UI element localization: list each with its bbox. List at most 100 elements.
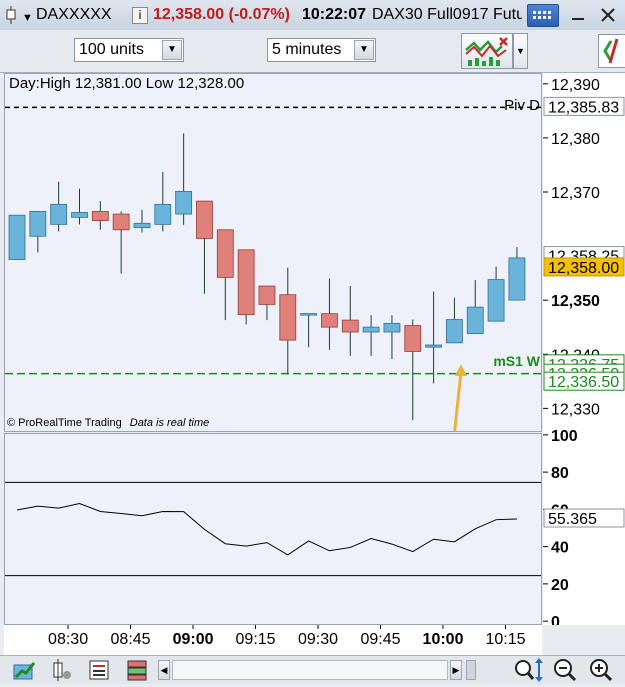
- minimize-button[interactable]: [569, 5, 587, 23]
- candle-body: [425, 344, 443, 348]
- candle-body: [362, 326, 380, 333]
- indicator-current-text: 55.365: [548, 511, 597, 528]
- candle-body: [466, 306, 484, 335]
- indicator-tick-label: 0: [551, 614, 560, 625]
- indicator-panel[interactable]: [4, 433, 542, 625]
- candle: [466, 280, 484, 335]
- timeframe-select[interactable]: 5 minutes ▼: [267, 38, 376, 62]
- time-axis-scale: 08:30 08:45 09:00 09:15 09:30 09:45 10:00 10:15: [48, 625, 526, 648]
- candle: [133, 209, 151, 233]
- scroll-end-button[interactable]: [466, 660, 476, 680]
- candle: [29, 210, 47, 253]
- timeframe-select-value: 5 minutes: [272, 41, 342, 58]
- time-tick: 09:45: [361, 625, 401, 648]
- candle: [446, 297, 463, 344]
- indicator-current-label: 55.365: [543, 508, 625, 528]
- support-label: mS1 W: [493, 353, 540, 369]
- price-label-text: 12,336.50: [548, 374, 619, 391]
- units-select[interactable]: 100 units ▼: [74, 38, 184, 62]
- candle: [154, 171, 172, 232]
- price-tick: 12,370: [543, 185, 600, 202]
- price-tick-label: 12,380: [551, 131, 600, 148]
- chevron-down-icon[interactable]: ▼: [354, 40, 374, 60]
- time-tick-label: 08:45: [111, 631, 151, 648]
- candle-settings-icon: [53, 659, 71, 681]
- candle: [383, 315, 401, 360]
- price-tick: 12,390: [543, 77, 600, 94]
- order-list-button[interactable]: [88, 659, 112, 681]
- scroll-left-button[interactable]: ◀: [158, 660, 170, 680]
- price-label-text: 12,385.83: [548, 99, 619, 116]
- candle-body: [71, 212, 88, 218]
- indicator-tick: 0: [543, 614, 560, 625]
- time-tick: 08:45: [111, 625, 151, 648]
- candle-body: [112, 213, 130, 231]
- trade-button[interactable]: [12, 659, 38, 681]
- scroll-right-button[interactable]: ▶: [450, 660, 462, 680]
- pivot-label: Piv D: [504, 97, 540, 114]
- candle-body: [175, 190, 193, 215]
- price-axis-scale: 12,39012,38012,37012,35012,34012,33012,3…: [543, 77, 625, 625]
- zoom-in-button[interactable]: [587, 658, 615, 682]
- time-tick-label: 09:45: [361, 631, 401, 648]
- close-button[interactable]: [598, 5, 618, 25]
- candle-body: [279, 294, 297, 341]
- info-icon[interactable]: i: [132, 7, 148, 24]
- trend-arrow-icon: [13, 662, 36, 680]
- time-tick-label: 09:30: [298, 631, 338, 648]
- list-icon: [89, 660, 109, 680]
- price-chart[interactable]: [5, 74, 541, 431]
- keyboard-icon[interactable]: [527, 4, 559, 27]
- chart-tools-button[interactable]: [598, 34, 625, 68]
- copyright-note: © ProRealTime Trading Data is real time: [7, 417, 209, 430]
- candle: [112, 211, 130, 274]
- auto-scale-button[interactable]: [512, 658, 544, 682]
- candle-body: [29, 210, 47, 237]
- zoom-out-button[interactable]: [551, 658, 579, 682]
- bottom-toolbar: ◀ ▶: [0, 655, 625, 684]
- indicators-button[interactable]: [461, 33, 513, 69]
- symbol-dropdown-arrow-icon[interactable]: ▼: [22, 8, 33, 28]
- candle: [508, 247, 526, 301]
- price-tick-label: 12,370: [551, 185, 600, 202]
- time-tick-label: 10:15: [485, 631, 525, 648]
- price-label-text: 12,358.00: [548, 260, 619, 277]
- candle-body: [341, 319, 359, 333]
- symbol-name[interactable]: DAXXXXX: [36, 5, 112, 25]
- copyright-text: © ProRealTime Trading: [7, 417, 122, 429]
- candle-body: [216, 229, 234, 278]
- candle: [487, 266, 505, 322]
- candle-body: [91, 210, 109, 221]
- price-label: 12,385.83: [543, 96, 625, 116]
- zoom-in-icon: [590, 659, 613, 682]
- price-change: 12,358.00 (-0.07%): [153, 6, 290, 23]
- indicator-chart[interactable]: [5, 434, 541, 624]
- layout-button[interactable]: [126, 659, 150, 681]
- chart-toolbar: 100 units ▼ 5 minutes ▼ ▼: [0, 30, 625, 73]
- indicator-tick: 20: [543, 577, 569, 594]
- clock-time: 10:22:07: [302, 6, 367, 23]
- chevron-down-icon[interactable]: ▼: [162, 40, 182, 60]
- price-axis[interactable]: 12,39012,38012,37012,35012,34012,33012,3…: [543, 73, 625, 625]
- price-tick: 12,350: [543, 293, 600, 310]
- indicators-dropdown-icon[interactable]: ▼: [513, 33, 528, 69]
- candle-body: [258, 285, 276, 305]
- candle: [175, 133, 193, 225]
- time-tick: 09:15: [236, 625, 276, 648]
- close-icon: [601, 8, 615, 22]
- indicator-tick: 80: [543, 465, 569, 482]
- horizontal-scrollbar[interactable]: [172, 660, 448, 680]
- indicator-tick: 100: [543, 428, 578, 445]
- candle: [196, 200, 213, 294]
- candle: [321, 278, 338, 350]
- candle-settings-button[interactable]: [50, 659, 74, 681]
- time-axis[interactable]: 08:30 08:45 09:00 09:15 09:30 09:45 10:00 10:15: [4, 625, 542, 655]
- candle-body: [383, 322, 401, 333]
- price-chart-panel[interactable]: Day:High 12,381.00 Low 12,328.00 Piv D m…: [4, 73, 542, 432]
- candle: [279, 267, 297, 375]
- pencil-tool-icon: [603, 38, 619, 64]
- layout-icon: [127, 660, 147, 681]
- indicator-levels: [5, 481, 541, 577]
- candle-body: [133, 222, 151, 229]
- zoom-out-icon: [554, 659, 577, 682]
